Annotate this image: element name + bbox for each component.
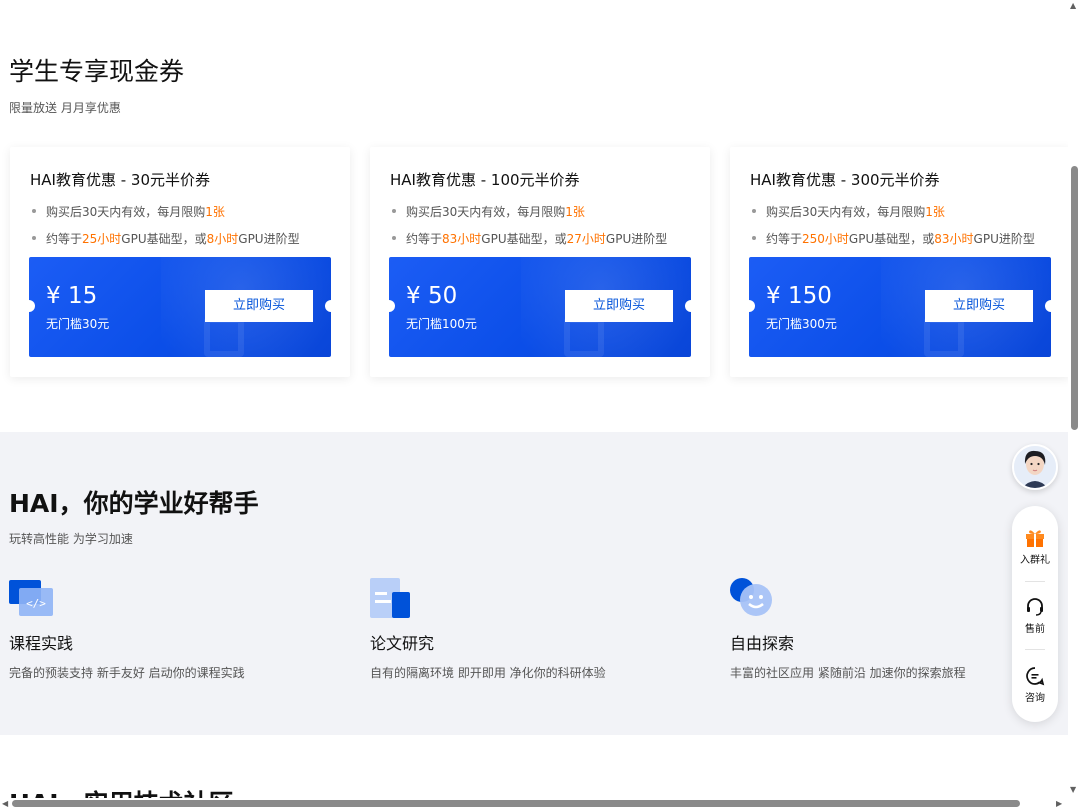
coupon-threshold: 无门槛100元 <box>406 317 477 331</box>
coupon-equivalent: 约等于83小时GPU基础型，或27小时GPU进阶型 <box>392 230 667 247</box>
section-title: 学生专享现金券 <box>9 57 185 86</box>
buy-now-button[interactable]: 立即购买 <box>565 290 673 322</box>
document-icon <box>370 578 410 618</box>
section-subtitle: 限量放送 月月享优惠 <box>9 101 121 115</box>
page: 学生专享现金券 限量放送 月月享优惠 HAI教育优惠 - 30元半价券 购买后3… <box>0 0 1080 810</box>
assistant-avatar-icon[interactable] <box>1012 444 1058 490</box>
coupon-title: HAI教育优惠 - 30元半价券 <box>30 171 211 189</box>
coupon-title: HAI教育优惠 - 300元半价券 <box>750 171 940 189</box>
scroll-down-arrow-icon[interactable]: ▼ <box>1070 786 1076 794</box>
feature-name: 论文研究 <box>370 634 435 653</box>
join-group-button[interactable]: 入群礼 <box>1012 526 1058 566</box>
consult-button[interactable]: 咨询 <box>1012 666 1058 704</box>
headset-icon <box>1027 598 1043 616</box>
bullet-icon <box>392 235 396 240</box>
coupon-equivalent: 约等于250小时GPU基础型，或83小时GPU进阶型 <box>752 230 1035 247</box>
vertical-scroll-thumb[interactable] <box>1071 166 1078 430</box>
features-section: HAI，你的学业好帮手 玩转高性能 为学习加速 </> 课程实践 完备的预装支持… <box>0 432 1080 735</box>
buy-now-button[interactable]: 立即购买 <box>205 290 313 322</box>
bullet-icon <box>32 235 36 240</box>
coupon-threshold: 无门槛300元 <box>766 317 837 331</box>
coupon-ticket: ¥ 15 无门槛30元 立即购买 <box>29 257 331 357</box>
coupon-price: ¥ 15 <box>46 283 98 309</box>
coupon-card: HAI教育优惠 - 300元半价券 购买后30天内有效，每月限购1张 约等于25… <box>730 147 1070 377</box>
feature-desc: 自有的隔离环境 即开即用 净化你的科研体验 <box>370 666 606 680</box>
chat-icon <box>1026 667 1045 686</box>
section-subtitle: 玩转高性能 为学习加速 <box>9 532 133 546</box>
coupon-watermark-icon <box>204 317 244 357</box>
smile-chat-icon <box>730 578 772 616</box>
svg-text:</>: </> <box>26 597 46 610</box>
coupon-watermark-icon <box>564 317 604 357</box>
presales-label: 售前 <box>1025 624 1045 635</box>
presales-button[interactable]: 售前 <box>1012 597 1058 635</box>
coupon-price: ¥ 50 <box>406 283 458 309</box>
feature-name: 课程实践 <box>9 634 74 653</box>
bullet-icon <box>752 208 756 213</box>
horizontal-scroll-thumb[interactable] <box>12 800 1020 807</box>
coupon-validity: 购买后30天内有效，每月限购1张 <box>752 203 945 220</box>
coupon-card: HAI教育优惠 - 100元半价券 购买后30天内有效，每月限购1张 约等于83… <box>370 147 710 377</box>
bullet-icon <box>392 208 396 213</box>
feature-name: 自由探索 <box>730 634 795 653</box>
buy-now-button[interactable]: 立即购买 <box>925 290 1033 322</box>
floating-contact-panel: 入群礼 售前 咨询 <box>1012 506 1058 722</box>
coupon-threshold: 无门槛30元 <box>46 317 110 331</box>
feature-desc: 完备的预装支持 新手友好 启动你的课程实践 <box>9 666 245 680</box>
bullet-icon <box>752 235 756 240</box>
coupon-title: HAI教育优惠 - 100元半价券 <box>390 171 580 189</box>
scroll-right-arrow-icon[interactable]: ▶ <box>1056 800 1062 808</box>
coupon-price: ¥ 150 <box>766 283 832 309</box>
coupon-watermark-icon <box>924 317 964 357</box>
scroll-left-arrow-icon[interactable]: ◀ <box>2 800 8 808</box>
feature-desc: 丰富的社区应用 紧随前沿 加速你的探索旅程 <box>730 666 966 680</box>
scroll-up-arrow-icon[interactable]: ▲ <box>1070 2 1076 10</box>
gift-icon <box>1026 530 1044 547</box>
coupon-validity: 购买后30天内有效，每月限购1张 <box>32 203 225 220</box>
join-group-label: 入群礼 <box>1020 555 1050 566</box>
section-title: HAI，你的学业好帮手 <box>9 489 259 518</box>
coupon-equivalent: 约等于25小时GPU基础型，或8小时GPU进阶型 <box>32 230 300 247</box>
coupon-validity: 购买后30天内有效，每月限购1张 <box>392 203 585 220</box>
coupon-card: HAI教育优惠 - 30元半价券 购买后30天内有效，每月限购1张 约等于25小… <box>10 147 350 377</box>
code-window-icon: </> <box>9 580 53 616</box>
coupon-ticket: ¥ 150 无门槛300元 立即购买 <box>749 257 1051 357</box>
coupon-ticket: ¥ 50 无门槛100元 立即购买 <box>389 257 691 357</box>
consult-label: 咨询 <box>1025 693 1045 704</box>
bullet-icon <box>32 208 36 213</box>
